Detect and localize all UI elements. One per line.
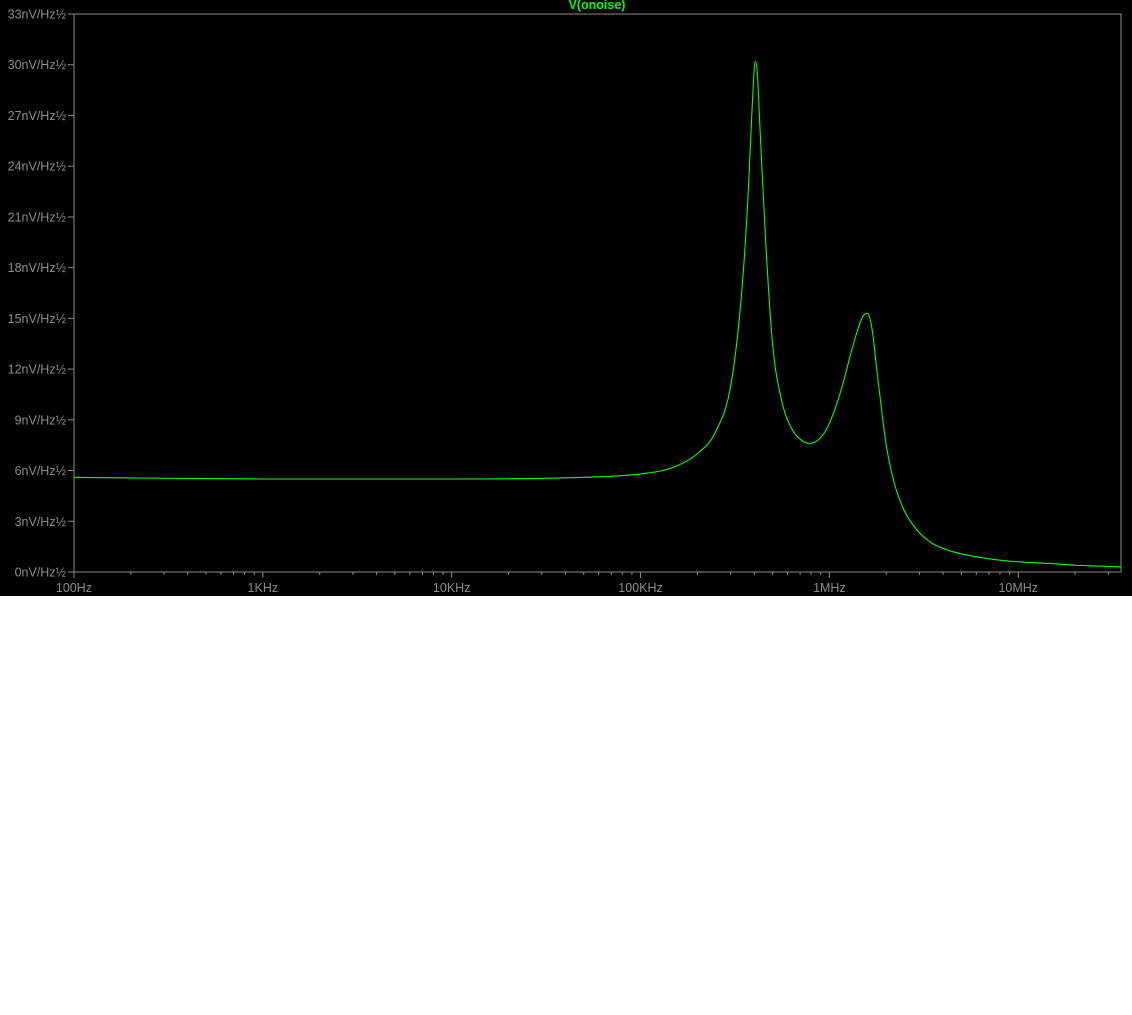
x-tick-label: 1MHz [813,581,846,595]
y-tick-label: 18nV/Hz½ [8,261,67,275]
x-tick-label: 100KHz [618,581,662,595]
plot-frame [73,13,1122,573]
x-tick-label: 10MHz [998,581,1038,595]
y-tick-label: 33nV/Hz½ [8,8,67,22]
y-tick-label: 6nV/Hz½ [15,464,67,478]
y-tick-label: 27nV/Hz½ [8,109,67,123]
y-tick-label: 3nV/Hz½ [15,515,67,529]
y-tick-label: 12nV/Hz½ [8,363,67,377]
x-axis: 100Hz 1KHz 10KHz 100KHz 1MHz 10MHz [56,572,1109,595]
y-tick-label: 21nV/Hz½ [8,210,67,224]
y-tick-label: 0nV/Hz½ [15,566,67,580]
y-axis: 0nV/Hz½ 3nV/Hz½ 6nV/Hz½ 9nV/Hz½ 12nV/Hz½ 15nV… [8,8,74,580]
x-tick-label: 100Hz [56,581,92,595]
plot-panel: V(onoise) 0nV/Hz½ 3nV/Hz½ 6nV/Hz½ 9nV/Hz½ 12… [0,0,1132,596]
y-tick-label: 15nV/Hz½ [8,312,67,326]
series-line [73,60,1122,568]
y-tick-label: 24nV/Hz½ [8,160,67,174]
noise-spectrum-chart: V(onoise) 0nV/Hz½ 3nV/Hz½ 6nV/Hz½ 9nV/Hz½ 12… [8,0,1122,595]
y-tick-label: 30nV/Hz½ [8,58,67,72]
y-tick-label: 9nV/Hz½ [15,413,67,427]
chart-title: V(onoise) [569,0,626,12]
x-tick-label: 1KHz [248,581,279,595]
x-tick-label: 10KHz [433,581,471,595]
series-layer [73,60,1122,568]
